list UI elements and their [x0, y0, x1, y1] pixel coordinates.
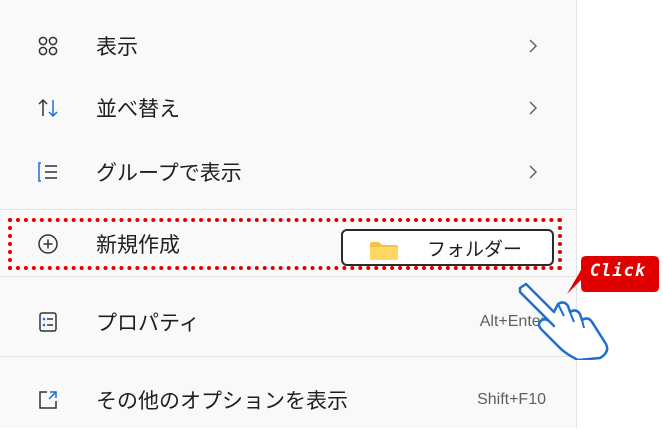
pointing-hand-icon: [518, 282, 609, 360]
menu-item-properties-label: プロパティ: [96, 311, 200, 335]
context-menu: 表示 並べ替え グループで表示 新規作成 プロパティ Alt+Enter その他…: [0, 0, 577, 428]
menu-item-sort-label: 並べ替え: [96, 97, 180, 121]
more-options-shortcut: Shift+F10: [477, 391, 546, 408]
view-grid-icon: [38, 36, 58, 56]
chevron-right-icon: [529, 101, 538, 115]
menu-item-more-options-label: その他のオプションを表示: [96, 389, 348, 413]
menu-divider: [0, 209, 576, 210]
menu-item-group-by[interactable]: グループで表示: [0, 142, 576, 202]
menu-item-sort[interactable]: 並べ替え: [0, 78, 576, 138]
more-options-icon: [39, 391, 57, 409]
menu-item-view-label: 表示: [96, 35, 138, 59]
menu-item-view[interactable]: 表示: [0, 16, 576, 76]
menu-item-group-by-label: グループで表示: [96, 161, 242, 185]
folder-icon: [370, 242, 398, 260]
submenu-folder-item[interactable]: フォルダー: [341, 229, 554, 266]
submenu-folder-label: フォルダー: [427, 238, 523, 260]
menu-item-properties[interactable]: プロパティ Alt+Enter: [0, 292, 576, 352]
chevron-right-icon: [529, 39, 538, 53]
properties-icon: [39, 312, 57, 332]
menu-item-more-options[interactable]: その他のオプションを表示 Shift+F10: [0, 370, 576, 430]
menu-divider: [0, 356, 576, 357]
chevron-right-icon: [529, 165, 538, 179]
click-callout-text: Click: [589, 261, 647, 281]
sort-arrows-icon: [38, 98, 58, 118]
menu-divider: [0, 276, 576, 277]
group-list-icon: [38, 162, 57, 182]
